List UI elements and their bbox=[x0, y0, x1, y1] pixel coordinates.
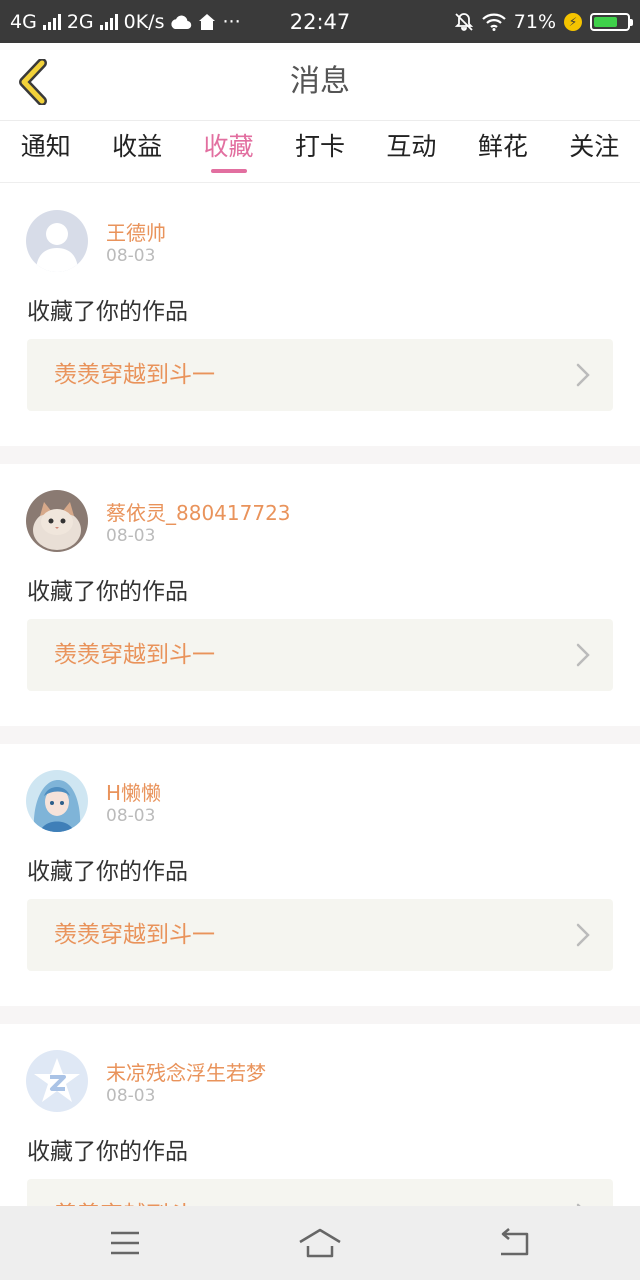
home-button[interactable] bbox=[298, 1226, 342, 1260]
status-bar: 4G 2G 0K/s ··· 22:47 71% ⚡ bbox=[0, 0, 640, 43]
status-bar-left: 4G 2G 0K/s ··· bbox=[10, 11, 241, 33]
network-2g-label: 2G bbox=[66, 10, 94, 33]
tab-checkin[interactable]: 打卡 bbox=[274, 121, 365, 182]
work-link[interactable]: 羡羡穿越到斗一 bbox=[27, 899, 613, 971]
wifi-icon bbox=[482, 13, 506, 31]
menu-button[interactable] bbox=[103, 1226, 147, 1260]
chevron-right-icon bbox=[576, 363, 590, 387]
avatar[interactable] bbox=[26, 490, 88, 552]
mute-bell-icon bbox=[454, 12, 473, 31]
tab-interaction[interactable]: 互动 bbox=[366, 121, 457, 182]
charging-icon: ⚡ bbox=[564, 12, 582, 31]
date: 08-03 bbox=[106, 246, 156, 266]
tab-label: 互动 bbox=[386, 132, 437, 161]
action-text: 收藏了你的作品 bbox=[27, 1139, 188, 1165]
work-title: 羡羡穿越到斗一 bbox=[54, 642, 215, 668]
signal-icon bbox=[42, 13, 61, 30]
more-indicator: ··· bbox=[222, 10, 241, 33]
kitten-photo-avatar-icon bbox=[26, 490, 88, 552]
divider bbox=[0, 446, 640, 464]
tab-label: 收藏 bbox=[203, 132, 254, 161]
avatar[interactable] bbox=[26, 210, 88, 272]
action-text: 收藏了你的作品 bbox=[27, 859, 188, 885]
username[interactable]: 末凉残念浮生若梦 bbox=[106, 1057, 266, 1086]
tab-notice[interactable]: 通知 bbox=[0, 121, 91, 182]
avatar[interactable] bbox=[26, 1050, 88, 1112]
list-item: H懒懒 08-03 收藏了你的作品 羡羡穿越到斗一 bbox=[0, 744, 640, 1006]
work-title: 羡羡穿越到斗一 bbox=[54, 922, 215, 948]
network-speed: 0K/s bbox=[123, 10, 165, 33]
signal-icon bbox=[99, 13, 118, 30]
action-text: 收藏了你的作品 bbox=[27, 579, 188, 605]
tab-flowers[interactable]: 鲜花 bbox=[457, 121, 548, 182]
page-title: 消息 bbox=[290, 64, 350, 99]
username[interactable]: 王德帅 bbox=[106, 217, 166, 246]
date: 08-03 bbox=[106, 526, 156, 546]
home-icon bbox=[299, 1228, 341, 1258]
back-arrow-icon bbox=[501, 1228, 529, 1256]
tab-favorites[interactable]: 收藏 bbox=[183, 121, 274, 182]
tab-follow[interactable]: 关注 bbox=[549, 121, 640, 182]
header: 消息 bbox=[0, 43, 640, 121]
work-link[interactable]: 羡羡穿越到斗一 bbox=[27, 619, 613, 691]
list-item: 蔡依灵_880417723 08-03 收藏了你的作品 羡羡穿越到斗一 bbox=[0, 464, 640, 726]
tab-label: 收益 bbox=[112, 132, 163, 161]
network-4g-label: 4G bbox=[10, 10, 37, 33]
avatar[interactable] bbox=[26, 770, 88, 832]
cloud-icon bbox=[171, 15, 192, 29]
battery-icon bbox=[590, 12, 633, 31]
username[interactable]: H懒懒 bbox=[106, 777, 161, 806]
chevron-right-icon bbox=[576, 923, 590, 947]
qq-logo-avatar-icon bbox=[26, 1050, 88, 1112]
default-person-avatar-icon bbox=[26, 210, 88, 272]
work-title: 羡羡穿越到斗一 bbox=[54, 362, 215, 388]
divider bbox=[0, 1006, 640, 1024]
action-text: 收藏了你的作品 bbox=[27, 299, 188, 325]
tab-label: 关注 bbox=[569, 132, 620, 161]
system-nav-bar bbox=[0, 1206, 640, 1280]
tab-bar: 通知 收益 收藏 打卡 互动 鲜花 关注 bbox=[0, 121, 640, 183]
list-item: 王德帅 08-03 收藏了你的作品 羡羡穿越到斗一 bbox=[0, 184, 640, 446]
status-bar-right: 71% ⚡ bbox=[454, 10, 633, 33]
tab-label: 鲜花 bbox=[477, 132, 528, 161]
divider bbox=[0, 726, 640, 744]
active-tab-indicator bbox=[210, 169, 247, 173]
notification-list: 王德帅 08-03 收藏了你的作品 羡羡穿越到斗一 蔡依灵_880417723 … bbox=[0, 184, 640, 1280]
username[interactable]: 蔡依灵_880417723 bbox=[106, 497, 291, 526]
back-nav-button[interactable] bbox=[493, 1226, 537, 1260]
battery-percent: 71% bbox=[513, 10, 556, 33]
anime-girl-avatar-icon bbox=[26, 770, 88, 832]
work-link[interactable]: 羡羡穿越到斗一 bbox=[27, 339, 613, 411]
date: 08-03 bbox=[106, 1086, 156, 1106]
chevron-right-icon bbox=[576, 643, 590, 667]
date: 08-03 bbox=[106, 806, 156, 826]
tab-label: 通知 bbox=[20, 132, 71, 161]
menu-icon bbox=[111, 1231, 139, 1255]
tab-earnings[interactable]: 收益 bbox=[91, 121, 182, 182]
tab-label: 打卡 bbox=[294, 132, 345, 161]
home-status-icon bbox=[199, 13, 216, 30]
